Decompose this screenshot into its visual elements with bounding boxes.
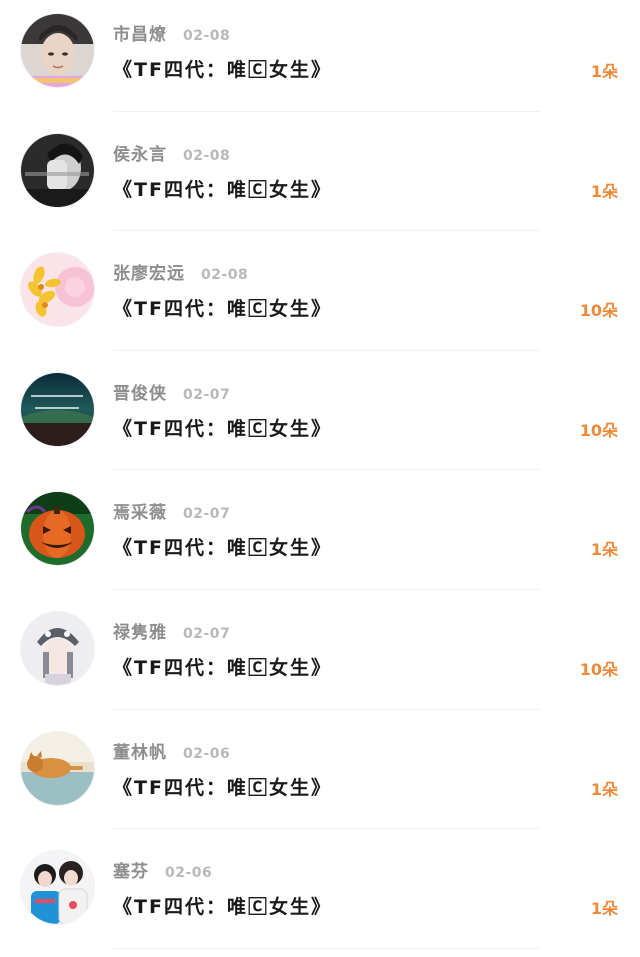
gift-date: 02-07 bbox=[183, 625, 231, 642]
divider bbox=[113, 349, 540, 351]
divider bbox=[113, 110, 540, 112]
divider bbox=[113, 708, 540, 710]
couple-avatar[interactable] bbox=[21, 851, 94, 925]
gift-date: 02-06 bbox=[183, 745, 231, 762]
gift-date: 02-07 bbox=[183, 506, 231, 523]
user-name[interactable]: 董林帆 02-06 bbox=[113, 738, 230, 763]
divider bbox=[113, 230, 540, 232]
gift-count: 10朵 bbox=[579, 420, 618, 440]
bw-hand-face-avatar[interactable] bbox=[21, 133, 94, 207]
user-name[interactable]: 侯永言 02-08 bbox=[113, 140, 230, 165]
book-title: 《TF四代：唯🄲女生》 bbox=[113, 896, 332, 919]
gift-date: 02-07 bbox=[183, 386, 231, 403]
gift-date: 02-06 bbox=[165, 865, 213, 882]
user-name[interactable]: 塞芬 02-06 bbox=[113, 857, 212, 882]
yellow-flowers-avatar[interactable] bbox=[21, 253, 94, 327]
book-title: 《TF四代：唯🄲女生》 bbox=[113, 59, 332, 81]
list-item[interactable]: 市昌燎 02-08 《TF四代：唯🄲女生》 1朵 bbox=[0, 0, 640, 120]
book-title: 《TF四代：唯🄲女生》 bbox=[113, 537, 332, 560]
boy-portrait-avatar[interactable] bbox=[21, 14, 94, 87]
user-name[interactable]: 张廖宏远 02-08 bbox=[113, 259, 248, 284]
gift-count: 10朵 bbox=[579, 659, 618, 679]
user-name[interactable]: 晋俊侠 02-07 bbox=[113, 379, 230, 404]
list-item[interactable]: 禄隽雅 02-07 《TF四代：唯🄲女生》 10朵 bbox=[0, 598, 640, 718]
night-sky-text-avatar[interactable] bbox=[21, 372, 94, 446]
user-name[interactable]: 市昌燎 02-08 bbox=[113, 20, 230, 45]
list-item[interactable]: 焉采薇 02-07 《TF四代：唯🄲女生》 1朵 bbox=[0, 478, 640, 598]
gift-count: 10朵 bbox=[579, 301, 618, 321]
girl-penguin-hat-avatar[interactable] bbox=[21, 611, 94, 685]
list-item[interactable]: 董林帆 02-06 《TF四代：唯🄲女生》 1朵 bbox=[0, 718, 640, 838]
divider bbox=[113, 588, 540, 590]
user-name[interactable]: 焉采薇 02-07 bbox=[113, 498, 230, 523]
gift-count: 1朵 bbox=[590, 779, 618, 799]
list-item[interactable]: 张廖宏远 02-08 《TF四代：唯🄲女生》 10朵 bbox=[0, 239, 640, 359]
book-title: 《TF四代：唯🄲女生》 bbox=[113, 656, 332, 679]
gift-count: 1朵 bbox=[590, 62, 618, 81]
book-title: 《TF四代：唯🄲女生》 bbox=[113, 776, 332, 799]
list-item[interactable]: 塞芬 02-06 《TF四代：唯🄲女生》 1朵 bbox=[0, 837, 640, 957]
list-item[interactable]: 侯永言 02-08 《TF四代：唯🄲女生》 1朵 bbox=[0, 120, 640, 240]
book-title: 《TF四代：唯🄲女生》 bbox=[113, 417, 332, 440]
gift-count: 1朵 bbox=[590, 899, 618, 919]
gift-date: 02-08 bbox=[183, 147, 231, 164]
gift-date: 02-08 bbox=[183, 28, 231, 44]
gift-date: 02-08 bbox=[201, 267, 249, 284]
gift-count: 1朵 bbox=[590, 181, 618, 201]
gift-count: 1朵 bbox=[590, 540, 618, 560]
book-title: 《TF四代：唯🄲女生》 bbox=[113, 178, 332, 201]
pumpkin-avatar[interactable] bbox=[21, 492, 94, 566]
divider bbox=[113, 469, 540, 471]
book-title: 《TF四代：唯🄲女生》 bbox=[113, 298, 332, 321]
gift-record-list: 市昌燎 02-08 《TF四代：唯🄲女生》 1朵 侯永言 02-08 《TF四代：唯… bbox=[0, 0, 640, 957]
divider bbox=[113, 947, 540, 949]
divider bbox=[113, 828, 540, 830]
list-item[interactable]: 晋俊侠 02-07 《TF四代：唯🄲女生》 10朵 bbox=[0, 359, 640, 479]
cat-avatar[interactable] bbox=[21, 731, 94, 805]
user-name[interactable]: 禄隽雅 02-07 bbox=[113, 618, 230, 643]
